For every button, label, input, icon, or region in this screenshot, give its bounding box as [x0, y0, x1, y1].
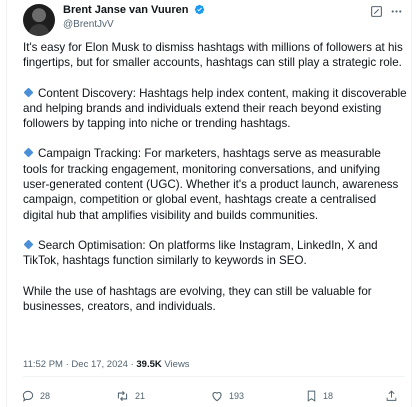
- bookmark-button[interactable]: 18: [305, 388, 333, 404]
- author-name-row[interactable]: Brent Janse van Vuuren: [63, 4, 205, 18]
- tweet-text: It's easy for Elon Musk to dismiss hasht…: [23, 40, 407, 329]
- tweet-paragraph: Content Discovery: Hashtags help index c…: [23, 86, 407, 131]
- tweet-paragraph: While the use of hashtags are evolving, …: [23, 284, 372, 313]
- verified-badge-icon: [194, 4, 205, 18]
- repost-count: 21: [135, 391, 146, 401]
- divider: [23, 376, 405, 377]
- repost-icon: [117, 390, 128, 402]
- author-name[interactable]: Brent Janse van Vuuren: [63, 4, 189, 16]
- reply-button[interactable]: 28: [21, 388, 50, 404]
- tweet-paragraph: Campaign Tracking: For marketers, hashta…: [23, 147, 399, 222]
- blue-diamond-icon: [23, 148, 34, 158]
- post-time[interactable]: 11:52 PM: [23, 359, 63, 370]
- blue-diamond-icon: [23, 239, 34, 250]
- like-count: 193: [229, 391, 245, 401]
- bookmark-count: 18: [323, 391, 334, 401]
- share-icon: [386, 390, 397, 401]
- grok-icon[interactable]: [369, 4, 383, 18]
- tweet-paragraph: It's easy for Elon Musk to dismiss hasht…: [23, 41, 403, 70]
- bookmark-icon: [307, 390, 316, 402]
- more-icon[interactable]: [389, 4, 403, 18]
- views-label: Views: [164, 359, 190, 370]
- tweet-card: Brent Janse van Vuuren @BrentJvV It's ea…: [6, 0, 412, 407]
- view-count: 39.5K: [136, 359, 162, 370]
- tweet-paragraph: Search Optimisation: On platforms like I…: [23, 238, 378, 268]
- post-date[interactable]: Dec 17, 2024: [71, 359, 128, 370]
- author-handle[interactable]: @BrentJvV: [63, 19, 114, 30]
- reply-icon: [22, 390, 34, 402]
- like-button[interactable]: 193: [210, 388, 244, 404]
- avatar[interactable]: [23, 4, 55, 36]
- reply-count: 28: [40, 391, 51, 401]
- blue-diamond-icon: [23, 87, 34, 98]
- action-bar: 28 21 193 18: [21, 388, 401, 404]
- repost-button[interactable]: 21: [115, 388, 145, 404]
- share-button[interactable]: [385, 388, 403, 404]
- like-icon: [212, 392, 222, 402]
- tweet-meta: 11:52 PM · Dec 17, 2024 · 39.5K Views: [23, 359, 190, 370]
